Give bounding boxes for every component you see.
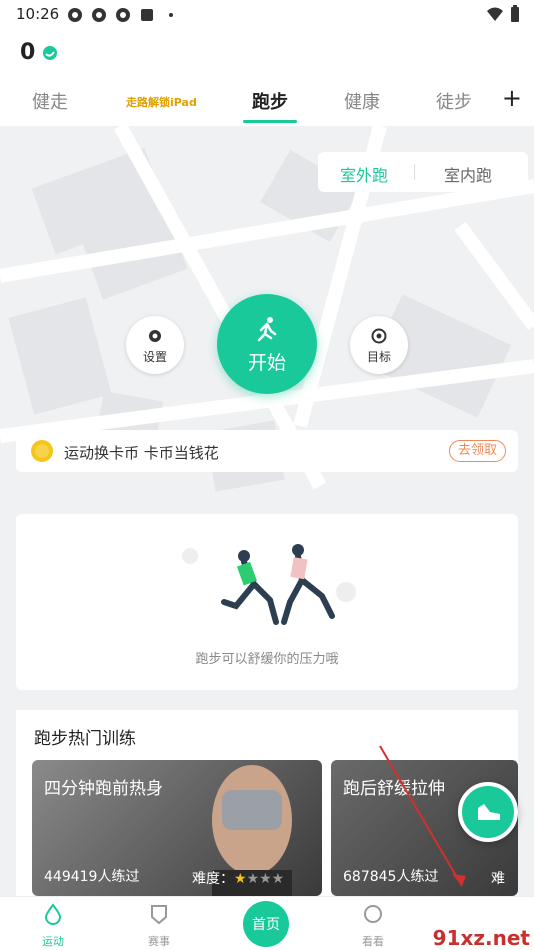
watermark-text: 91xz.net	[432, 926, 530, 950]
notification-icons	[66, 6, 180, 24]
training-card-count: 449419人练过	[44, 869, 140, 885]
promo-tab-ipad[interactable]: 走路解锁iPad	[126, 94, 197, 110]
goal-label: 目标	[366, 350, 391, 364]
settings-button[interactable]: 设置	[126, 316, 184, 374]
nav-events-label: 赛事	[148, 935, 170, 948]
wifi-icon	[487, 7, 503, 21]
gear-icon	[149, 330, 161, 342]
eye-icon	[364, 905, 382, 923]
app-notification-icon	[116, 8, 130, 22]
tab-running[interactable]: 跑步	[252, 88, 288, 114]
running-illustration-card: 跑步可以舒缓你的压力哦	[16, 514, 518, 690]
outdoor-run-option[interactable]: 室外跑	[340, 162, 388, 186]
coin-exchange-banner[interactable]: 运动换卡币 卡币当钱花 去领取	[16, 430, 518, 472]
nav-watch-label: 看看	[362, 935, 384, 948]
training-card-difficulty: 难	[491, 871, 505, 887]
star-filled-icon: ★	[234, 871, 247, 887]
sport-tabs: 健走 走路解锁iPad 跑步 健康 徒步 +	[0, 82, 534, 126]
running-person-icon	[257, 317, 277, 342]
mode-divider	[414, 164, 415, 180]
indoor-run-option[interactable]: 室内跑	[444, 162, 492, 186]
dot-icon	[169, 13, 173, 17]
active-tab-indicator	[243, 120, 297, 123]
battery-icon	[511, 5, 519, 22]
nav-sport[interactable]: 运动	[18, 903, 88, 949]
claim-button[interactable]: 去领取	[448, 440, 506, 462]
coin-counter[interactable]: 0	[20, 40, 59, 65]
app-notification-icon	[92, 8, 106, 22]
nav-events[interactable]: 赛事	[124, 903, 194, 949]
bottom-navigation: 运动 赛事 首页 看看 91xz.net	[0, 896, 534, 950]
training-card-count: 687845人练过	[343, 869, 439, 885]
shoe-fab-button[interactable]	[458, 782, 518, 842]
app-notification-icon	[68, 8, 82, 22]
illustration-caption: 跑步可以舒缓你的压力哦	[195, 652, 339, 667]
coin-count: 0	[20, 40, 36, 65]
add-tab-icon[interactable]: +	[502, 84, 522, 112]
run-mode-switch: 室外跑 室内跑	[318, 152, 528, 192]
gold-coin-icon	[31, 440, 53, 462]
training-card-difficulty: 难度：★★★★	[192, 868, 284, 888]
difficulty-label: 难度：	[192, 871, 234, 887]
target-icon	[371, 328, 387, 344]
running-shoe-icon	[478, 804, 500, 820]
sport-drop-icon	[44, 903, 62, 925]
runners-illustration	[182, 544, 356, 625]
nav-sport-label: 运动	[42, 935, 64, 948]
star-empty-icon: ★★★	[246, 871, 285, 887]
badge-icon	[151, 905, 167, 925]
map-area[interactable]: 室外跑 室内跑 设置 开始 目标 运动换卡币 卡币当钱花 去领取 跑步可以舒缓你…	[0, 126, 534, 896]
training-card-title: 跑后舒缓拉伸	[343, 779, 445, 799]
status-time: 10:26	[16, 5, 60, 23]
nav-watch[interactable]: 看看	[338, 903, 408, 949]
training-card-title: 四分钟跑前热身	[44, 779, 163, 799]
tab-hiking[interactable]: 徒步	[436, 88, 472, 114]
nav-home-label: 首页	[252, 917, 280, 933]
training-card-warmup[interactable]: 四分钟跑前热身 449419人练过 难度：★★★★	[32, 760, 322, 896]
status-bar: 10:26	[0, 0, 534, 30]
system-icons	[486, 5, 520, 23]
nav-home[interactable]: 首页	[243, 901, 289, 947]
training-section-title: 跑步热门训练	[34, 729, 136, 749]
coin-banner-text: 运动换卡币 卡币当钱花	[64, 444, 219, 462]
start-button[interactable]: 开始	[217, 294, 317, 394]
popular-training-section: 跑步热门训练 四分钟跑前热身 449419人练过 难度：★★★★ 跑后舒缓拉伸 …	[16, 710, 518, 896]
start-label: 开始	[247, 352, 286, 374]
goal-button[interactable]: 目标	[350, 316, 408, 374]
font-notification-icon	[141, 9, 153, 21]
tab-health[interactable]: 健康	[344, 88, 380, 114]
tab-walking[interactable]: 健走	[32, 88, 68, 114]
coin-icon	[43, 45, 58, 60]
settings-label: 设置	[142, 350, 167, 364]
